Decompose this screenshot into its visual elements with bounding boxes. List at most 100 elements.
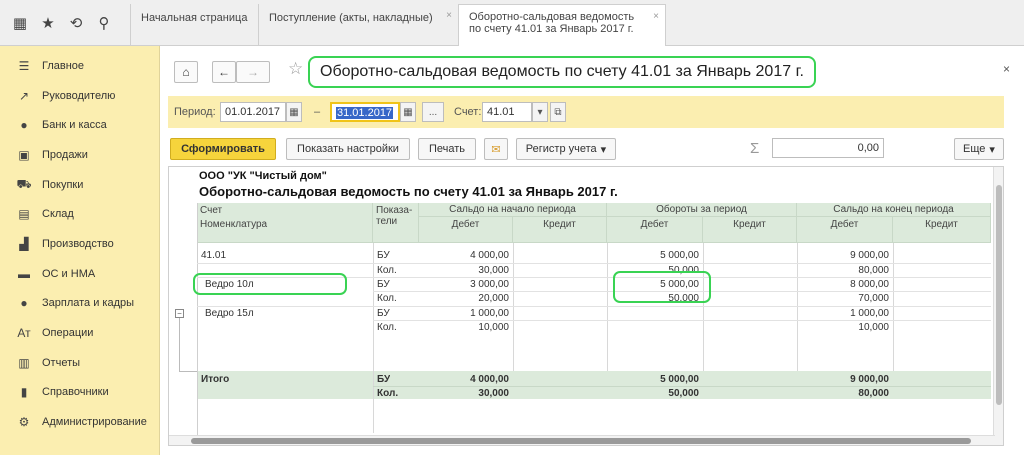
header-closing: Сальдо на конец периода <box>797 203 991 217</box>
chevron-down-icon[interactable]: ▾ <box>532 102 548 122</box>
back-button[interactable]: ← <box>212 61 236 83</box>
header-credit: Кредит <box>703 217 797 243</box>
opening-debit: 4 000,00 <box>470 250 509 261</box>
closing-debit: 10,000 <box>858 322 889 333</box>
row-indicator: БУ <box>377 374 391 385</box>
sidebar-item-sales[interactable]: ▣ Продажи <box>0 140 159 170</box>
apps-grid-icon[interactable]: ▦ <box>8 11 32 35</box>
row-indicator: Кол. <box>377 293 397 304</box>
horizontal-scrollbar[interactable] <box>169 435 995 445</box>
sidebar-item-label: Руководителю <box>42 89 116 102</box>
home-button[interactable]: ⌂ <box>174 61 198 83</box>
tab-label: Начальная страница <box>141 12 248 24</box>
close-icon[interactable]: × <box>1003 62 1010 76</box>
sidebar-item-label: Отчеты <box>42 356 81 369</box>
sidebar-item-operations[interactable]: Ат Операции <box>0 318 159 348</box>
more-button[interactable]: Еще ▾ <box>954 138 1004 160</box>
history-icon[interactable]: ⟲ <box>64 11 88 35</box>
sidebar-item-manager[interactable]: ↗ Руководителю <box>0 81 159 111</box>
row-indicator: Кол. <box>377 388 399 399</box>
closing-debit: 9 000,00 <box>850 250 889 261</box>
scroll-thumb[interactable] <box>996 185 1002 405</box>
open-link-icon[interactable]: ⧉ <box>550 102 566 122</box>
sidebar-item-bank[interactable]: ● Банк и касса <box>0 110 159 140</box>
forward-button[interactable]: → <box>236 61 270 83</box>
header-account: Счет Номенклатура <box>197 203 373 243</box>
close-icon[interactable]: × <box>653 11 659 22</box>
closing-debit: 9 000,00 <box>850 374 889 385</box>
period-label: Период: <box>174 106 216 118</box>
row-divider <box>197 263 991 264</box>
chevron-down-icon: ▾ <box>989 143 995 156</box>
mail-button[interactable]: ✉ <box>484 138 508 160</box>
opening-debit: 4 000,00 <box>470 374 509 385</box>
sidebar-item-label: Справочники <box>42 386 109 399</box>
search-icon[interactable]: ⚲ <box>92 11 116 35</box>
show-settings-button[interactable]: Показать настройки <box>286 138 410 160</box>
report-window: × ⌂ ← → ☆ Оборотно-сальдовая ведомость п… <box>160 46 1024 455</box>
operations-icon: Ат <box>17 326 31 341</box>
tab-osv-report[interactable]: Оборотно-сальдовая ведомость по счету 41… <box>458 4 666 47</box>
header-text: тели <box>376 216 398 227</box>
tab-label: по счету 41.01 за Январь 2017 г. <box>469 23 634 35</box>
sidebar-item-purchases[interactable]: ⛟ Покупки <box>0 170 159 200</box>
sidebar-item-label: Продажи <box>42 148 88 161</box>
sidebar-item-warehouse[interactable]: ▤ Склад <box>0 199 159 229</box>
generate-button[interactable]: Сформировать <box>170 138 276 160</box>
vertical-scrollbar[interactable] <box>993 167 1003 445</box>
row-name: 41.01 <box>201 250 227 261</box>
sidebar-item-fixed-assets[interactable]: ▬ ОС и НМА <box>0 259 159 289</box>
register-button[interactable]: Регистр учета ▾ <box>516 138 616 160</box>
envelope-icon: ✉ <box>491 143 501 156</box>
sidebar-item-reports[interactable]: ▥ Отчеты <box>0 348 159 378</box>
calendar-icon[interactable]: ▦ <box>400 102 416 122</box>
favorites-star-icon[interactable]: ★ <box>36 11 60 35</box>
calendar-icon[interactable]: ▦ <box>286 102 302 122</box>
favorite-star-icon[interactable]: ☆ <box>288 59 303 79</box>
column-divider <box>373 243 374 433</box>
sum-field: 0,00 <box>772 138 884 158</box>
collapse-toggle[interactable]: − <box>175 309 184 318</box>
page-title: Оборотно-сальдовая ведомость по счету 41… <box>308 56 816 88</box>
print-button[interactable]: Печать <box>418 138 476 160</box>
sidebar-item-admin[interactable]: ⚙ Администрирование <box>0 407 159 437</box>
books-icon: ▮ <box>20 385 28 400</box>
menu-icon: ☰ <box>18 58 30 73</box>
choose-period-button[interactable]: ... <box>422 102 444 122</box>
report-table[interactable]: ООО "УК "Чистый дом" Оборотно-сальдовая … <box>168 166 1004 446</box>
account-input[interactable]: 41.01 <box>482 102 532 122</box>
row-indicator: БУ <box>377 279 390 290</box>
row-indicator: БУ <box>377 308 390 319</box>
closing-debit: 70,000 <box>858 293 889 304</box>
top-bar: ▦ ★ ⟲ ⚲ Начальная страница Поступление (… <box>0 0 1024 47</box>
row-indicator: Кол. <box>377 265 397 276</box>
tab-label: Оборотно-сальдовая ведомость <box>469 11 635 23</box>
row-name: Ведро 15л <box>205 308 254 319</box>
period-dash: – <box>314 106 321 118</box>
report-title: Оборотно-сальдовая ведомость по счету 41… <box>199 184 618 199</box>
tab-receipts[interactable]: Поступление (акты, накладные) × <box>258 4 458 46</box>
top-icons: ▦ ★ ⟲ ⚲ <box>0 0 130 46</box>
bag-icon: ▣ <box>18 147 30 162</box>
gear-icon: ⚙ <box>18 415 30 430</box>
sidebar-item-label: Главное <box>42 59 85 72</box>
header-debit: Дебет <box>419 217 513 243</box>
sidebar-item-references[interactable]: ▮ Справочники <box>0 378 159 408</box>
sidebar-item-main[interactable]: ☰ Главное <box>0 51 159 81</box>
row-indicator: Кол. <box>377 322 397 333</box>
closing-debit: 80,000 <box>858 388 889 399</box>
header-opening: Сальдо на начало периода <box>419 203 607 217</box>
scroll-thumb[interactable] <box>191 438 971 444</box>
header-turnover: Обороты за период <box>607 203 797 217</box>
reports-icon: ▥ <box>18 355 30 370</box>
sidebar-item-salary[interactable]: ● Зарплата и кадры <box>0 289 159 319</box>
arrow-right-icon: → <box>247 65 259 79</box>
closing-debit: 1 000,00 <box>850 308 889 319</box>
truck-icon: ▬ <box>18 266 30 281</box>
tab-home[interactable]: Начальная страница <box>130 4 258 46</box>
row-divider <box>197 306 991 307</box>
sidebar-item-production[interactable]: ▟ Производство <box>0 229 159 259</box>
close-icon[interactable]: × <box>446 10 452 21</box>
period-to-input[interactable]: 31.01.2017 <box>330 102 400 122</box>
period-from-input[interactable]: 01.01.2017 <box>220 102 286 122</box>
